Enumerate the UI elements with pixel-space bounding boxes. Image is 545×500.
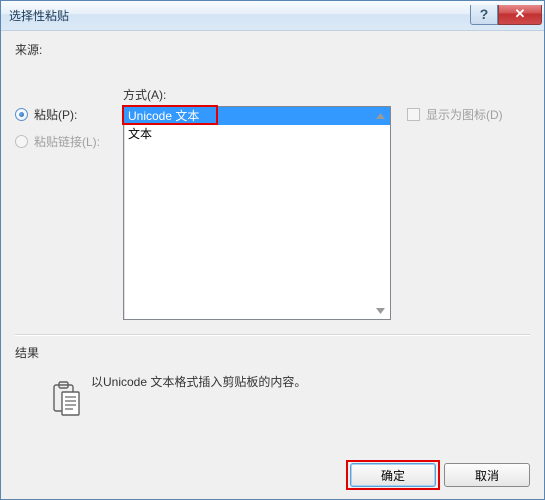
radio-paste-link-label: 粘贴链接(L):	[34, 133, 100, 150]
result-label: 结果	[15, 344, 530, 361]
ok-button[interactable]: 确定	[350, 463, 436, 487]
titlebar: 选择性粘贴 ? ✕	[1, 1, 544, 31]
radio-paste-label: 粘贴(P):	[34, 106, 77, 123]
paste-special-dialog: 选择性粘贴 ? ✕ 来源: 粘贴(P): 粘贴链接(L): 方式(A):	[0, 0, 545, 500]
radio-icon	[15, 108, 28, 121]
source-label: 来源:	[15, 41, 530, 58]
close-button[interactable]: ✕	[498, 5, 542, 25]
scroll-up-icon[interactable]	[374, 109, 387, 122]
clipboard-icon	[51, 381, 83, 419]
radio-paste[interactable]: 粘贴(P):	[15, 106, 119, 123]
display-as-icon-checkbox: 显示为图标(D)	[407, 106, 503, 123]
format-listbox[interactable]: Unicode 文本 文本	[123, 106, 391, 320]
method-label: 方式(A):	[123, 86, 391, 103]
result-description: 以Unicode 文本格式插入剪贴板的内容。	[89, 371, 306, 390]
scroll-down-icon[interactable]	[374, 304, 387, 317]
display-as-icon-label: 显示为图标(D)	[426, 106, 503, 123]
cancel-button[interactable]: 取消	[444, 463, 530, 487]
radio-paste-link: 粘贴链接(L):	[15, 133, 119, 150]
checkbox-icon	[407, 108, 420, 121]
radio-icon	[15, 135, 28, 148]
window-title: 选择性粘贴	[9, 7, 470, 24]
list-item[interactable]: 文本	[124, 125, 390, 143]
list-item[interactable]: Unicode 文本	[124, 107, 390, 125]
divider	[15, 334, 530, 336]
help-button[interactable]: ?	[470, 5, 498, 25]
